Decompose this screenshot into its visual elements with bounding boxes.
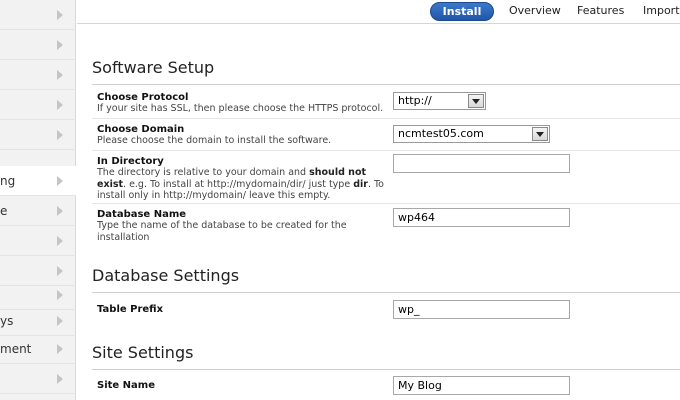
protocol-select[interactable]: http:// bbox=[393, 92, 486, 110]
sidebar-item[interactable] bbox=[0, 0, 76, 30]
database-name-help: Type the name of the database to be crea… bbox=[97, 220, 347, 243]
chevron-right-icon bbox=[57, 176, 63, 186]
sidebar-item[interactable] bbox=[0, 30, 76, 60]
tab-import[interactable]: Import bbox=[643, 4, 680, 17]
section-divider bbox=[92, 84, 680, 85]
chevron-right-icon bbox=[57, 206, 63, 216]
tab-features[interactable]: Features bbox=[577, 4, 624, 17]
section-divider bbox=[92, 369, 680, 370]
site-name-label: Site Name bbox=[97, 380, 155, 391]
section-title-database-settings: Database Settings bbox=[92, 266, 240, 285]
chevron-right-icon bbox=[57, 236, 63, 246]
sidebar-item-active[interactable]: ng bbox=[0, 166, 76, 196]
tab-overview[interactable]: Overview bbox=[509, 4, 561, 17]
directory-label: In Directory bbox=[97, 156, 164, 167]
row-divider bbox=[92, 203, 680, 204]
domain-label: Choose Domain bbox=[97, 124, 185, 135]
section-title-software-setup: Software Setup bbox=[92, 58, 215, 77]
chevron-right-icon bbox=[57, 100, 63, 110]
chevron-right-icon bbox=[57, 316, 63, 326]
domain-select-value: ncmtest05.com bbox=[398, 127, 484, 140]
sidebar-item[interactable] bbox=[0, 364, 76, 394]
database-name-label: Database Name bbox=[97, 209, 187, 220]
row-divider bbox=[92, 118, 680, 119]
section-title-site-settings: Site Settings bbox=[92, 343, 194, 362]
chevron-down-icon[interactable] bbox=[532, 127, 548, 141]
database-name-input[interactable]: wp464 bbox=[393, 208, 570, 227]
protocol-help: If your site has SSL, then please choose… bbox=[97, 103, 384, 114]
site-name-input[interactable]: My Blog bbox=[393, 376, 570, 395]
chevron-right-icon bbox=[57, 290, 63, 300]
row-divider bbox=[92, 150, 680, 151]
sidebar-item[interactable] bbox=[0, 120, 76, 150]
sidebar-item[interactable] bbox=[0, 226, 76, 256]
top-tab-bar: Install Overview Features Import bbox=[77, 0, 680, 24]
sidebar-item[interactable]: ys bbox=[0, 306, 76, 336]
install-form: Software Setup Choose Protocol If your s… bbox=[92, 40, 680, 400]
chevron-down-icon[interactable] bbox=[468, 94, 484, 108]
chevron-right-icon bbox=[57, 266, 63, 276]
chevron-right-icon bbox=[57, 344, 63, 354]
protocol-label: Choose Protocol bbox=[97, 92, 189, 103]
sidebar-item[interactable]: e bbox=[0, 196, 76, 226]
table-prefix-label: Table Prefix bbox=[97, 304, 164, 315]
table-prefix-input[interactable]: wp_ bbox=[393, 300, 570, 319]
domain-select[interactable]: ncmtest05.com bbox=[393, 125, 550, 143]
sidebar-item[interactable]: ment bbox=[0, 334, 76, 364]
chevron-right-icon bbox=[57, 10, 63, 20]
chevron-right-icon bbox=[57, 40, 63, 50]
protocol-select-value: http:// bbox=[398, 94, 432, 107]
left-sidebar: ng e ys ment bbox=[0, 0, 76, 400]
chevron-right-icon bbox=[57, 374, 63, 384]
domain-help: Please choose the domain to install the … bbox=[97, 135, 332, 146]
chevron-right-icon bbox=[57, 130, 63, 140]
chevron-right-icon bbox=[57, 70, 63, 80]
directory-help: The directory is relative to your domain… bbox=[97, 167, 384, 201]
section-divider bbox=[92, 292, 680, 293]
sidebar-item[interactable] bbox=[0, 60, 76, 90]
tab-install[interactable]: Install bbox=[430, 2, 494, 21]
sidebar-item[interactable] bbox=[0, 90, 76, 120]
directory-input[interactable] bbox=[393, 154, 570, 173]
